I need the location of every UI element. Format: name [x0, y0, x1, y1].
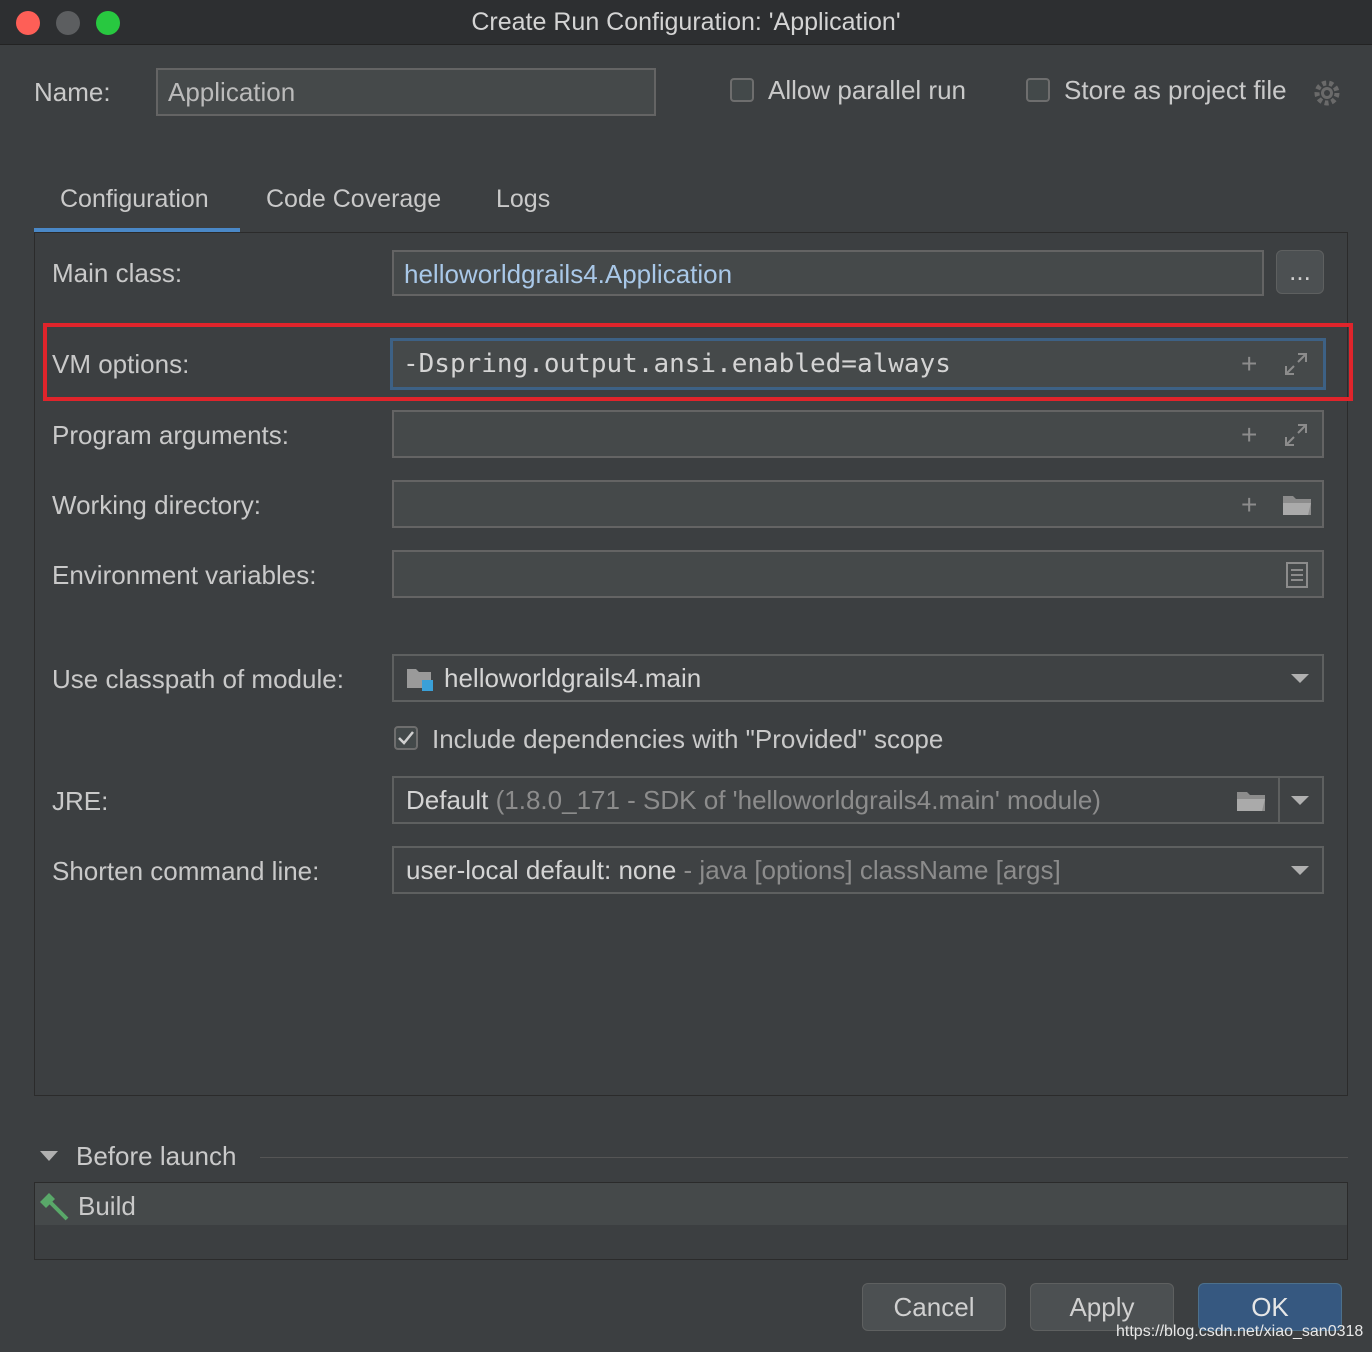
env-vars-label: Environment variables:: [52, 560, 317, 590]
main-class-input[interactable]: helloworldgrails4.Application: [392, 250, 1264, 296]
gear-icon[interactable]: [1312, 78, 1342, 108]
build-item-label: Build: [78, 1191, 136, 1221]
env-vars-input[interactable]: [392, 550, 1324, 598]
main-class-value: helloworldgrails4.Application: [404, 259, 733, 289]
program-args-add-icon[interactable]: +: [1241, 421, 1257, 449]
jre-select[interactable]: Default (1.8.0_171 - SDK of 'helloworldg…: [392, 776, 1324, 824]
before-launch-separator: [260, 1157, 1348, 1158]
before-launch-collapse-icon[interactable]: [40, 1151, 58, 1161]
include-deps-checkbox[interactable]: [394, 726, 418, 750]
hammer-icon: [38, 1190, 70, 1222]
include-deps-label[interactable]: Include dependencies with "Provided" sco…: [432, 724, 943, 755]
working-dir-folder-icon[interactable]: [1281, 492, 1313, 518]
jre-text: Default (1.8.0_171 - SDK of 'helloworldg…: [396, 778, 1101, 822]
name-label: Name:: [34, 77, 111, 107]
program-args-label: Program arguments:: [52, 420, 289, 450]
module-folder-icon: [406, 666, 436, 694]
allow-parallel-label[interactable]: Allow parallel run: [768, 75, 966, 106]
before-launch-item[interactable]: [35, 1183, 1347, 1225]
classpath-value: helloworldgrails4.main: [444, 663, 702, 693]
jre-hint: (1.8.0_171 - SDK of 'helloworldgrails4.m…: [495, 785, 1101, 815]
chevron-down-icon: [1291, 866, 1309, 875]
tab-code-coverage[interactable]: Code Coverage: [266, 185, 441, 214]
classpath-label: Use classpath of module:: [52, 664, 344, 694]
working-dir-label: Working directory:: [52, 490, 262, 520]
chevron-down-icon[interactable]: [1291, 796, 1309, 805]
shorten-hint: - java [options] className [args]: [683, 855, 1061, 885]
jre-folder-icon[interactable]: [1235, 788, 1267, 814]
watermark: https://blog.csdn.net/xiao_san0318: [1116, 1323, 1364, 1340]
browse-main-class-button[interactable]: ...: [1276, 250, 1324, 294]
cancel-button[interactable]: Cancel: [862, 1283, 1006, 1331]
vm-options-value: -Dspring.output.ansi.enabled=always: [403, 349, 951, 379]
window-title: Create Run Configuration: 'Application': [471, 8, 901, 36]
program-args-expand-icon[interactable]: [1283, 422, 1309, 448]
jre-label: JRE:: [52, 786, 109, 816]
env-vars-edit-icon[interactable]: [1285, 561, 1309, 589]
program-args-input[interactable]: [392, 410, 1324, 458]
working-dir-input[interactable]: [392, 480, 1324, 528]
jre-divider: [1278, 778, 1280, 822]
main-class-label: Main class:: [52, 258, 183, 288]
jre-value: Default: [406, 785, 489, 815]
shorten-value: user-local default: none: [406, 855, 677, 885]
store-project-checkbox[interactable]: [1026, 78, 1050, 102]
shorten-label: Shorten command line:: [52, 856, 320, 886]
working-dir-add-icon[interactable]: +: [1241, 491, 1257, 519]
name-input-value: Application: [168, 77, 296, 107]
browse-main-class-label: ...: [1289, 256, 1311, 286]
tab-configuration[interactable]: Configuration: [60, 185, 209, 214]
vm-options-input[interactable]: -Dspring.output.ansi.enabled=always: [390, 338, 1326, 390]
shorten-text: user-local default: none - java [options…: [396, 848, 1061, 892]
allow-parallel-checkbox[interactable]: [730, 78, 754, 102]
store-project-label[interactable]: Store as project file: [1064, 75, 1287, 106]
vm-options-label: VM options:: [52, 349, 190, 379]
shorten-select[interactable]: user-local default: none - java [options…: [392, 846, 1324, 894]
vm-options-expand-icon[interactable]: [1283, 351, 1309, 377]
chevron-down-icon: [1291, 674, 1309, 683]
before-launch-title: Before launch: [76, 1141, 237, 1171]
classpath-select[interactable]: helloworldgrails4.main: [392, 654, 1324, 702]
name-input[interactable]: Application: [156, 68, 656, 116]
vm-options-add-icon[interactable]: +: [1241, 350, 1257, 378]
tab-logs[interactable]: Logs: [496, 185, 550, 214]
